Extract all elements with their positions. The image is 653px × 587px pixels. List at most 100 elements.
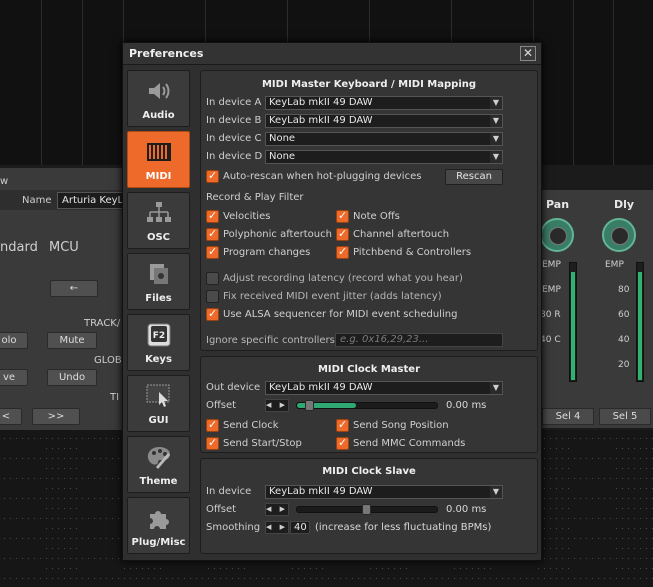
- program-changes-label: Program changes: [223, 247, 311, 258]
- category-audio[interactable]: Audio: [127, 70, 190, 127]
- send-start-stop-checkbox[interactable]: Send Start/Stop: [206, 436, 302, 450]
- category-midi[interactable]: MIDI: [127, 131, 190, 188]
- in-device-c-select[interactable]: None ▼: [265, 132, 503, 146]
- send-clock-checkbox[interactable]: Send Clock: [206, 418, 279, 432]
- midi-master-title: MIDI Master Keyboard / MIDI Mapping: [261, 79, 477, 90]
- in-device-d-select[interactable]: None ▼: [265, 150, 503, 164]
- slave-offset-stepper[interactable]: ◀ ▶: [265, 503, 289, 516]
- rescan-button[interactable]: Rescan: [445, 169, 503, 185]
- bg-sel4-button[interactable]: Sel 4: [542, 408, 594, 425]
- send-song-position-checkbox[interactable]: Send Song Position: [336, 418, 449, 432]
- clock-master-title: MIDI Clock Master: [317, 364, 421, 375]
- note-offs-checkbox[interactable]: Note Offs: [336, 209, 400, 223]
- fix-jitter-checkbox[interactable]: Fix received MIDI event jitter (adds lat…: [206, 290, 442, 303]
- bg-save-button[interactable]: ve: [0, 369, 28, 386]
- out-device-label: Out device: [206, 382, 261, 393]
- bg-dly-meter: [636, 262, 644, 382]
- pitchbend-label: Pitchbend & Controllers: [353, 247, 472, 258]
- bg-subtitle-right: MCU: [49, 240, 79, 255]
- bg-pan-knob[interactable]: [540, 218, 574, 252]
- bg-temp-label: EMP: [542, 260, 561, 270]
- slave-offset-slider[interactable]: [296, 504, 438, 515]
- in-device-b-select[interactable]: KeyLab mkII 49 DAW ▼: [265, 114, 503, 128]
- pitchbend-checkbox[interactable]: Pitchbend & Controllers: [336, 245, 472, 259]
- bg-temp-label-2: EMP: [605, 260, 624, 270]
- speaker-icon: [146, 79, 172, 103]
- preferences-dialog: Preferences ✕ Audio MIDI OSC Files F2 Ke…: [122, 42, 542, 561]
- in-device-b-label: In device B: [206, 115, 262, 126]
- auto-rescan-label: Auto-rescan when hot-plugging devices: [223, 171, 422, 182]
- send-start-stop-label: Send Start/Stop: [223, 438, 302, 449]
- ignore-controllers-input[interactable]: e.g. 0x16,29,23...: [335, 333, 503, 347]
- category-label: MIDI: [145, 171, 172, 182]
- bg-sel5-button[interactable]: Sel 5: [599, 408, 651, 425]
- smoothing-label: Smoothing: [206, 522, 261, 533]
- bg-prev-button[interactable]: <: [0, 408, 22, 425]
- bg-dly-label: Dly: [614, 198, 635, 211]
- slave-offset-label: Offset: [206, 504, 237, 515]
- in-device-a-select[interactable]: KeyLab mkII 49 DAW ▼: [265, 96, 503, 110]
- in-device-c-label: In device C: [206, 133, 262, 144]
- fix-jitter-label: Fix received MIDI event jitter (adds lat…: [223, 291, 442, 302]
- category-label: Keys: [145, 354, 172, 365]
- send-song-position-label: Send Song Position: [353, 420, 449, 431]
- bg-pan-meter: [569, 262, 577, 382]
- smoothing-stepper[interactable]: ◀ ▶: [265, 521, 289, 534]
- velocities-label: Velocities: [223, 211, 271, 222]
- slider-handle[interactable]: [305, 400, 314, 411]
- smoothing-value[interactable]: 40: [290, 521, 310, 534]
- bg-mute-button[interactable]: Mute: [47, 332, 97, 349]
- bg-scale-40: 40: [618, 335, 630, 345]
- keyboard-key-icon: F2: [146, 323, 172, 347]
- slider-handle[interactable]: [362, 504, 371, 515]
- checkbox-box: [206, 209, 219, 223]
- checkbox-box: [206, 245, 219, 259]
- bg-scale-20: 20: [618, 360, 630, 370]
- puzzle-icon: [146, 506, 172, 530]
- category-gui[interactable]: GUI: [127, 375, 190, 432]
- dialog-titlebar[interactable]: Preferences ✕: [123, 43, 541, 65]
- out-device-select[interactable]: KeyLab mkII 49 DAW ▼: [265, 381, 503, 395]
- bg-left-arrow-button[interactable]: ←: [50, 280, 98, 297]
- network-icon: [146, 201, 172, 225]
- poly-aftertouch-checkbox[interactable]: Polyphonic aftertouch: [206, 227, 332, 241]
- checkbox-box: [336, 436, 349, 450]
- adjust-latency-label: Adjust recording latency (record what yo…: [223, 273, 463, 284]
- bg-scale-80: 80: [618, 285, 630, 295]
- slave-in-device-select[interactable]: KeyLab mkII 49 DAW ▼: [265, 485, 503, 499]
- slave-offset-value: 0.00 ms: [446, 504, 487, 515]
- send-mmc-checkbox[interactable]: Send MMC Commands: [336, 436, 465, 450]
- program-changes-checkbox[interactable]: Program changes: [206, 245, 311, 259]
- bg-undo-button[interactable]: Undo: [47, 369, 97, 386]
- use-alsa-checkbox[interactable]: Use ALSA sequencer for MIDI event schedu…: [206, 307, 457, 321]
- bg-w-label: w: [0, 176, 9, 187]
- adjust-latency-checkbox[interactable]: Adjust recording latency (record what yo…: [206, 272, 463, 285]
- clock-master-offset-slider[interactable]: [296, 400, 438, 411]
- category-theme[interactable]: Theme: [127, 436, 190, 493]
- out-device-value: KeyLab mkII 49 DAW: [269, 382, 373, 393]
- clock-master-offset-stepper[interactable]: ◀ ▶: [265, 399, 289, 412]
- background-control-surface-panel: w Name Arturia KeyLab mkII ndard MCU ← T…: [0, 168, 137, 430]
- checkbox-box: [206, 418, 219, 432]
- bg-c-label: 40 C: [540, 335, 561, 345]
- in-device-a-label: In device A: [206, 97, 262, 108]
- checkbox-box: [206, 290, 219, 303]
- category-osc[interactable]: OSC: [127, 192, 190, 249]
- in-device-c-value: None: [269, 133, 296, 144]
- category-keys[interactable]: F2 Keys: [127, 314, 190, 371]
- checkbox-box: [206, 227, 219, 241]
- midi-master-section: MIDI Master Keyboard / MIDI Mapping In d…: [200, 70, 538, 351]
- category-files[interactable]: Files: [127, 253, 190, 310]
- close-button[interactable]: ✕: [520, 46, 536, 61]
- background-mixer-strip: Pan Dly EMP EMP EMP 80 80 R 60 40 C 40 2…: [536, 190, 653, 428]
- bg-r-label: 80 R: [540, 310, 561, 320]
- palette-icon: [146, 445, 172, 469]
- auto-rescan-checkbox[interactable]: Auto-rescan when hot-plugging devices: [206, 169, 422, 183]
- bg-solo-button[interactable]: olo: [0, 332, 28, 349]
- bg-next-button[interactable]: >>: [32, 408, 80, 425]
- window-cursor-icon: [146, 384, 172, 408]
- category-plug-misc[interactable]: Plug/Misc: [127, 497, 190, 554]
- velocities-checkbox[interactable]: Velocities: [206, 209, 271, 223]
- channel-aftertouch-checkbox[interactable]: Channel aftertouch: [336, 227, 449, 241]
- bg-dly-knob[interactable]: [602, 218, 636, 252]
